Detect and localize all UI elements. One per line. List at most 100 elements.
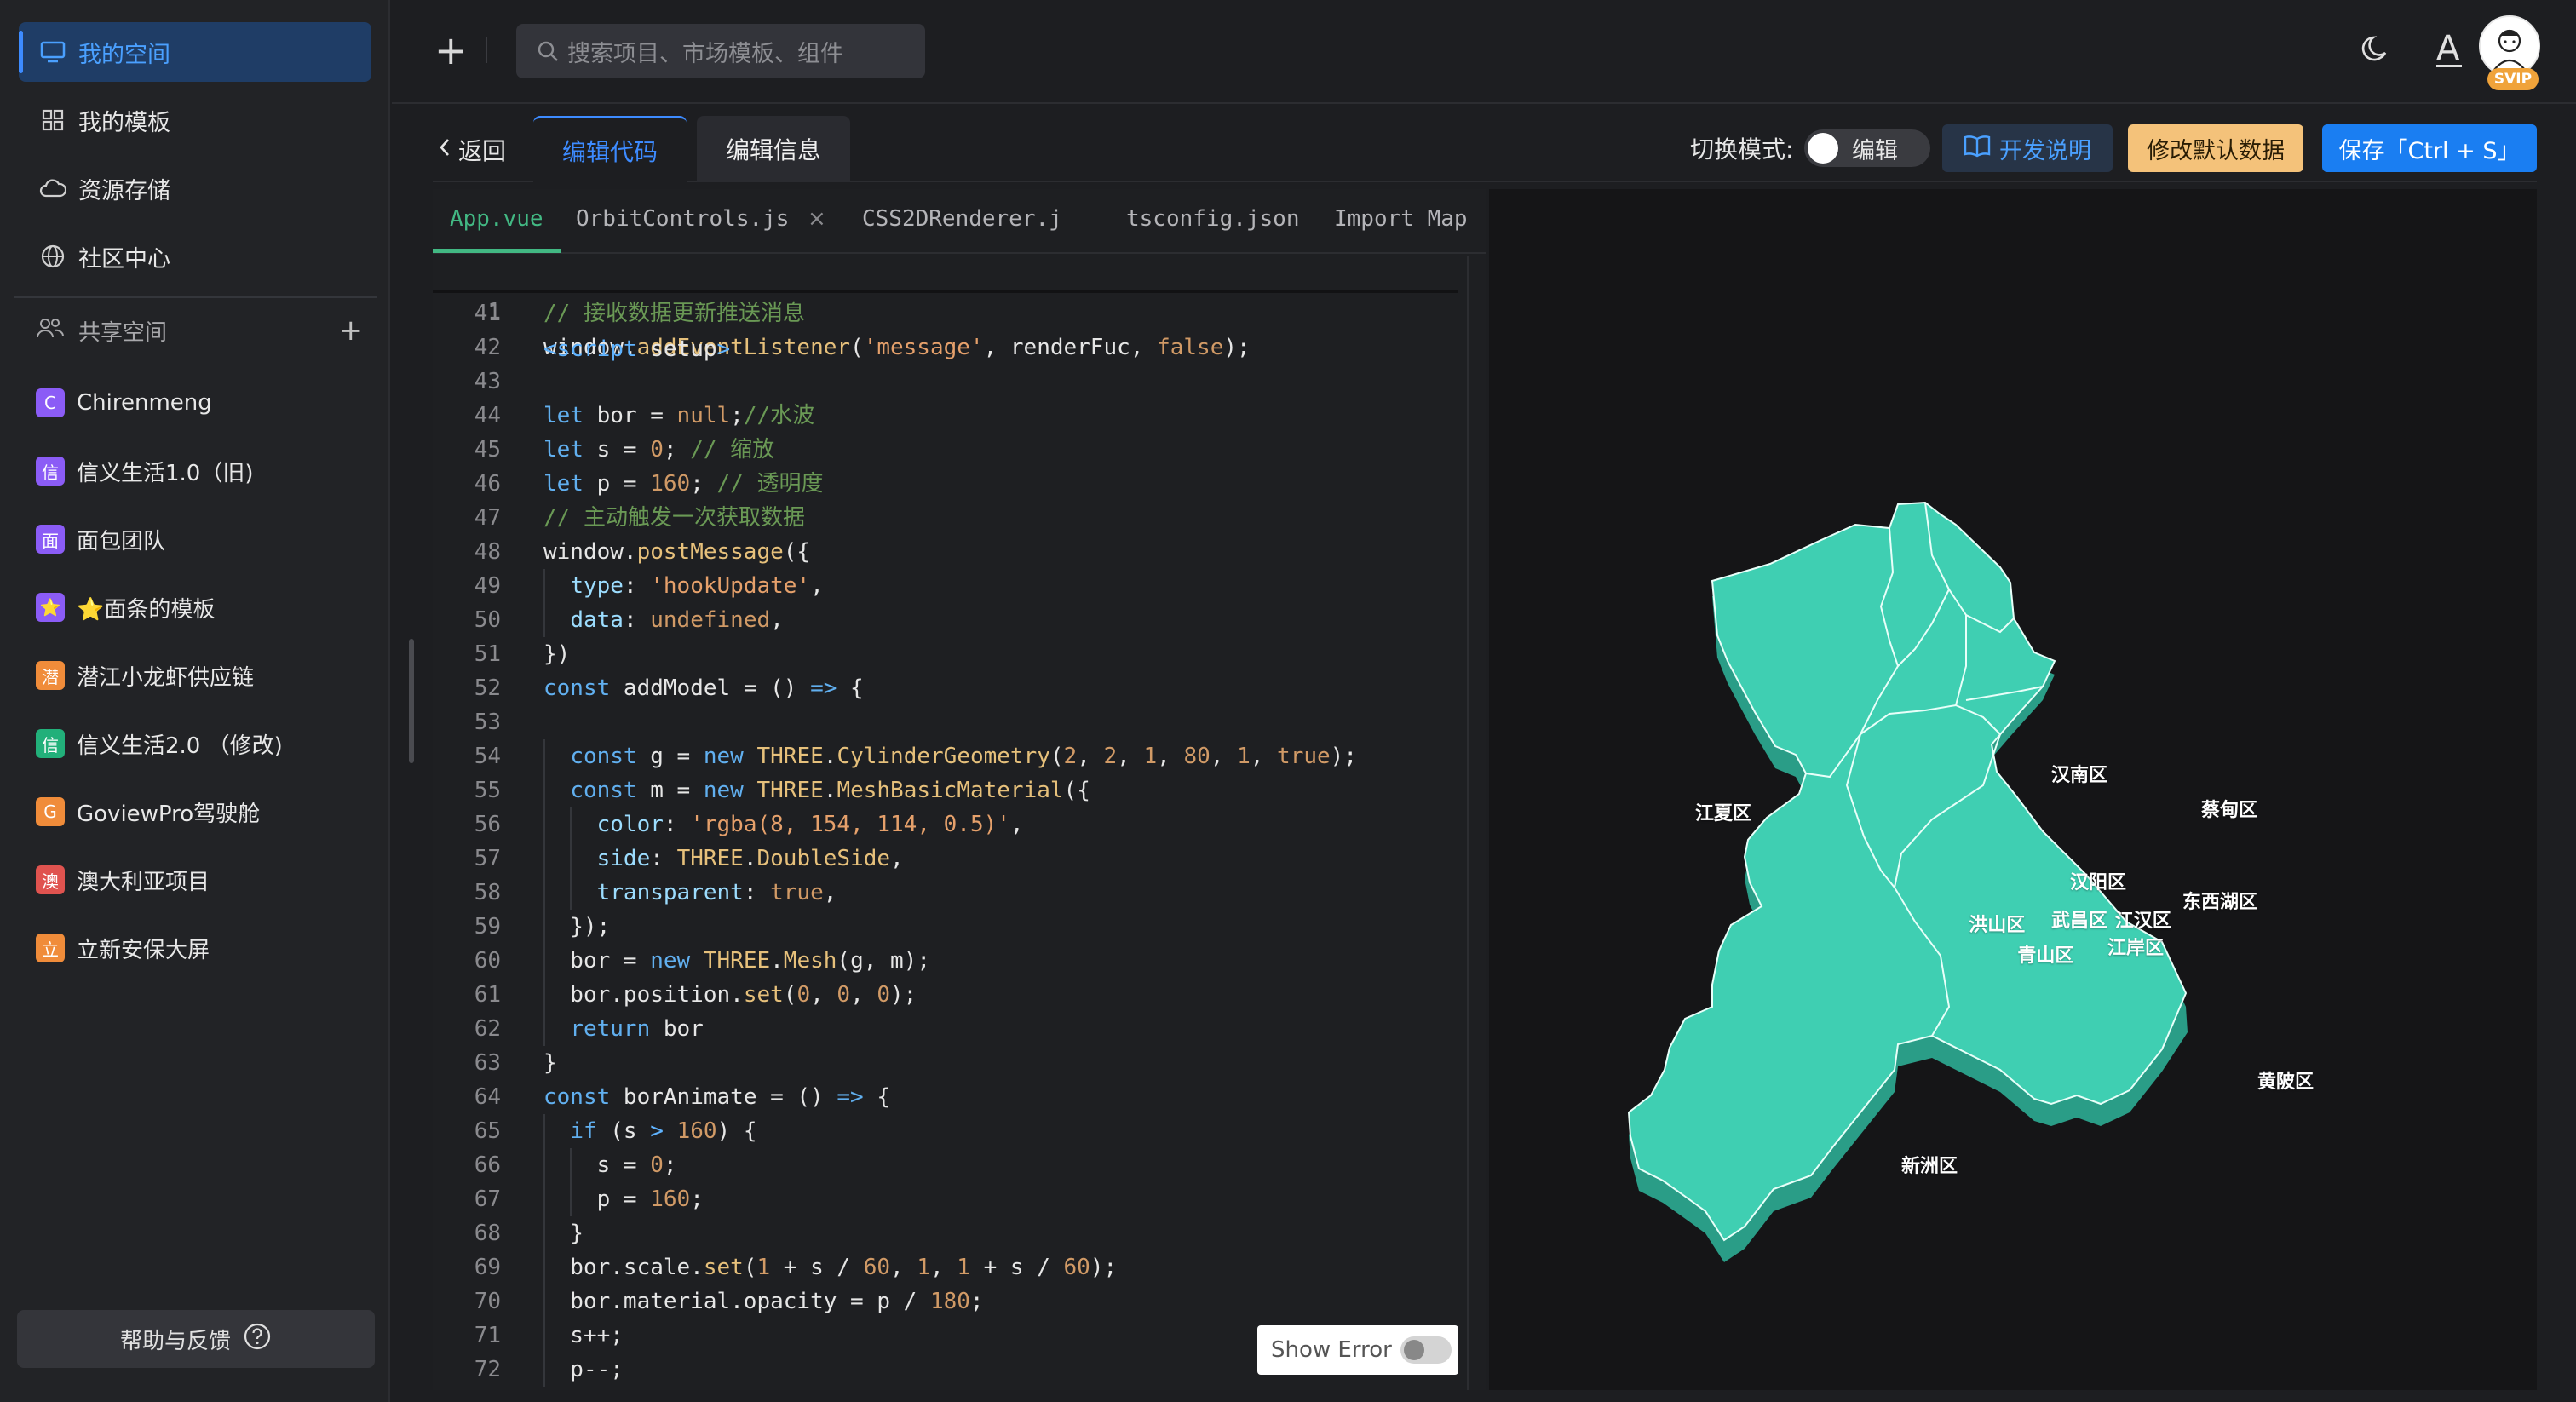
code-text[interactable]: // 接收数据更新推送消息 (543, 296, 805, 330)
code-line: 65 if (s > 160) { (433, 1114, 1458, 1148)
mode-toggle[interactable]: 编辑 (1804, 129, 1930, 167)
show-error-toggle[interactable]: Show Error (1257, 1325, 1458, 1375)
code-text[interactable]: s++; (543, 1319, 624, 1353)
file-tab-app-vue[interactable]: App.vue (450, 206, 543, 232)
district-label: 青山区 (2017, 945, 2074, 967)
editor-scrollbar[interactable] (1467, 256, 1482, 1390)
svip-badge: SVIP (2487, 68, 2539, 90)
team-item[interactable]: 面面包团队 (19, 509, 371, 569)
team-item[interactable]: 澳澳大利亚项目 (19, 850, 371, 910)
tab-edit-info[interactable]: 编辑信息 (697, 116, 850, 182)
line-number: 63 (474, 1050, 501, 1076)
help-feedback-button[interactable]: 帮助与反馈 (17, 1310, 375, 1368)
code-editor: App.vue OrbitControls.js × CSS2DRenderer… (433, 189, 1486, 1390)
nav-resource-storage[interactable]: 资源存储 (19, 158, 371, 218)
team-badge: 面 (36, 525, 65, 554)
team-item[interactable]: ⭐ ⭐面条的模板 (19, 577, 371, 637)
line-number: 56 (474, 812, 501, 837)
district-label: 汉南区 (2051, 765, 2108, 786)
code-text[interactable]: let p = 160; // 透明度 (543, 467, 824, 501)
code-text[interactable]: return bor (543, 1012, 704, 1046)
code-text[interactable]: const m = new THREE.MeshBasicMaterial({ (543, 773, 1090, 807)
team-item[interactable]: 潜潜江小龙虾供应链 (19, 646, 371, 705)
search-input[interactable]: 搜索项目、市场模板、组件 (516, 24, 925, 78)
team-badge: 澳 (36, 865, 65, 894)
edit-default-data-button[interactable]: 修改默认数据 (2128, 124, 2303, 172)
file-tab-tsconfig[interactable]: tsconfig.json (1126, 206, 1300, 232)
district-label: 江汉区 (2114, 911, 2171, 932)
moon-icon[interactable] (2358, 32, 2392, 70)
dev-docs-button[interactable]: 开发说明 (1942, 124, 2113, 172)
nav-label: 我的模板 (78, 109, 170, 136)
add-team-button[interactable]: + (339, 313, 364, 348)
code-text[interactable]: let s = 0; // 缩放 (543, 433, 774, 467)
code-text[interactable]: // 主动触发一次获取数据 (543, 501, 805, 535)
team-item[interactable]: 立立新安保大屏 (19, 918, 371, 978)
line-number: 49 (474, 573, 501, 599)
tab-edit-code[interactable]: 编辑代码 (533, 116, 687, 182)
font-size-icon[interactable]: A (2436, 29, 2462, 68)
code-text[interactable]: type: 'hookUpdate', (543, 569, 823, 603)
shared-space-title: 共享空间 (78, 319, 168, 346)
code-text[interactable]: side: THREE.DoubleSide, (543, 842, 904, 876)
code-line: 63} (433, 1046, 1458, 1080)
team-item[interactable]: G GoviewPro驾驶舱 (19, 782, 371, 842)
line-number: 72 (474, 1357, 501, 1382)
code-text[interactable]: data: undefined, (543, 603, 783, 637)
line-number: 51 (474, 641, 501, 667)
template-icon (36, 103, 70, 137)
line-number: 58 (474, 880, 501, 905)
code-text[interactable]: p--; (543, 1353, 624, 1387)
team-item[interactable]: 信信义生活1.0（旧) (19, 441, 371, 501)
code-text[interactable]: window.postMessage({ (543, 535, 810, 569)
code-line: 51}) (433, 637, 1458, 671)
district-label: 蔡甸区 (2201, 799, 2258, 821)
code-text[interactable]: const g = new THREE.CylinderGeometry(2, … (543, 739, 1357, 773)
file-tab-css2drenderer[interactable]: CSS2DRenderer.j (862, 206, 1062, 232)
line-number: 65 (474, 1118, 501, 1144)
nav-my-templates[interactable]: 我的模板 (19, 90, 371, 150)
code-text[interactable]: if (s > 160) { (543, 1114, 756, 1148)
close-icon[interactable]: × (808, 206, 826, 232)
line-number: 67 (474, 1187, 501, 1212)
code-text[interactable]: p = 160; (543, 1182, 704, 1216)
line-number: 71 (474, 1323, 501, 1348)
code-text[interactable]: s = 0; (543, 1148, 677, 1182)
code-text[interactable]: } (543, 1046, 557, 1080)
code-line: 43 (433, 365, 1458, 399)
code-text[interactable]: bor.position.set(0, 0, 0); (543, 978, 917, 1012)
code-text[interactable]: const addModel = () => { (543, 671, 864, 705)
line-number: 55 (474, 778, 501, 803)
file-tab-orbitcontrols[interactable]: OrbitControls.js (576, 206, 789, 232)
code-text[interactable]: bor.material.opacity = p / 180; (543, 1284, 983, 1319)
code-text[interactable]: transparent: true, (543, 876, 837, 910)
team-item[interactable]: 信信义生活2.0 （修改) (19, 714, 371, 773)
help-label: 帮助与反馈 (119, 1328, 231, 1354)
code-text[interactable]: const borAnimate = () => { (543, 1080, 890, 1114)
code-area[interactable]: 41// 接收数据更新推送消息 42 window.addEventListener… (433, 256, 1458, 1390)
line-number: 48 (474, 539, 501, 565)
nav-my-space[interactable]: 我的空间 (19, 22, 371, 82)
code-line: 57 side: THREE.DoubleSide, (433, 842, 1458, 876)
create-project-button[interactable]: + (434, 31, 468, 70)
code-text[interactable]: bor.scale.set(1 + s / 60, 1, 1 + s / 60)… (543, 1250, 1117, 1284)
back-button[interactable]: 返回 (438, 133, 506, 167)
code-line: 58 transparent: true, (433, 876, 1458, 910)
save-button[interactable]: 保存「Ctrl + S」 (2322, 124, 2537, 172)
sidebar-scrollbar[interactable] (409, 639, 414, 763)
line-number: 57 (474, 846, 501, 871)
code-text[interactable]: } (543, 1216, 584, 1250)
code-text[interactable]: let bor = null;//水波 (543, 399, 814, 433)
map-preview[interactable]: 汉南区 蔡甸区 江夏区 汉阳区 东西湖区 洪山区 武昌区 江汉区 青山区 江岸区 黄陂区 新洲区 (1489, 189, 2537, 1390)
code-text[interactable]: }) (543, 637, 570, 671)
code-text[interactable]: color: 'rgba(8, 154, 114, 0.5)', (543, 807, 1024, 842)
nav-community[interactable]: 社区中心 (19, 227, 371, 286)
code-text[interactable]: <script setup> (543, 330, 730, 368)
file-tab-import-map[interactable]: Import Map (1334, 206, 1468, 232)
code-text[interactable]: }); (543, 910, 610, 944)
code-line: 44 let bor = null;//水波 (433, 399, 1458, 433)
team-item[interactable]: C Chirenmeng (19, 373, 371, 433)
nav-label: 资源存储 (78, 177, 170, 204)
code-text[interactable]: bor = new THREE.Mesh(g, m); (543, 944, 930, 978)
line-number: 45 (474, 437, 501, 463)
